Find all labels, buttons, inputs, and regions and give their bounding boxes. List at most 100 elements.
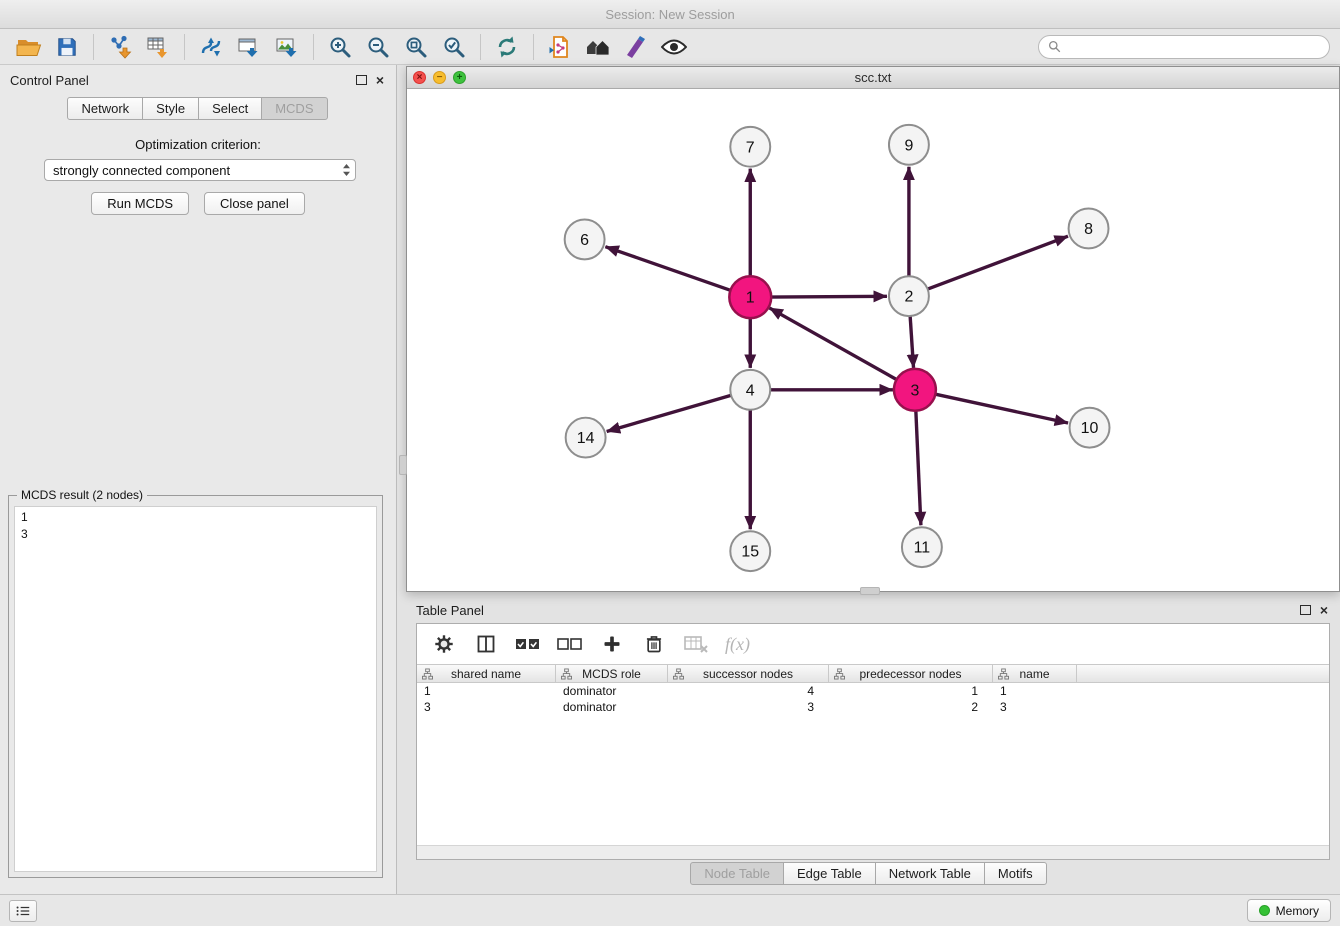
node-8[interactable]: 8 [1069,209,1109,249]
memory-button[interactable]: Memory [1247,899,1331,922]
column-label: name [1019,667,1049,681]
select-all-button[interactable] [515,631,541,657]
search-input[interactable] [1066,39,1320,55]
close-window-button[interactable]: × [413,71,426,84]
export-image-button[interactable] [268,32,306,62]
run-mcds-button[interactable]: Run MCDS [91,192,189,215]
tab-node-table[interactable]: Node Table [690,862,784,885]
unselect-all-button[interactable] [557,631,583,657]
import-table-button[interactable] [139,32,177,62]
criterion-dropdown[interactable]: strongly connected component [44,159,356,181]
document-network-button[interactable] [541,32,579,62]
node-14[interactable]: 14 [566,418,606,458]
node-7[interactable]: 7 [730,127,770,167]
column-header-successor-nodes[interactable]: successor nodes [668,665,829,682]
edge-3-11[interactable] [916,408,921,526]
zoom-fit-icon [404,35,428,59]
delete-column-button[interactable] [641,631,667,657]
search-box[interactable] [1038,35,1330,59]
tab-motifs[interactable]: Motifs [984,862,1047,885]
edge-2-8[interactable] [926,236,1068,290]
network-window-titlebar[interactable]: scc.txt × − + [407,67,1339,89]
node-2[interactable]: 2 [889,276,929,316]
export-network-button[interactable] [230,32,268,62]
table-row[interactable]: 3dominator323 [417,699,1329,715]
mcds-result-box: MCDS result (2 nodes) 13 [8,495,383,878]
tab-edge-table[interactable]: Edge Table [783,862,876,885]
application-window: Session: New Session [0,0,1340,926]
close-table-panel-icon[interactable]: × [1320,604,1328,616]
toolbar-separator [480,34,481,60]
delete-table-button[interactable] [683,631,709,657]
column-header-shared-name[interactable]: shared name [417,665,556,682]
node-10[interactable]: 10 [1070,408,1110,448]
close-panel-icon[interactable]: × [376,74,384,86]
attribute-icon [561,668,572,680]
float-panel-icon[interactable] [356,75,367,85]
panel-splitter-handle[interactable] [399,455,407,475]
table-splitter-handle[interactable] [860,587,880,595]
edge-3-1[interactable] [769,308,899,381]
unselect-all-icon [557,636,583,652]
network-analyzer-button[interactable] [579,32,617,62]
mcds-result-list[interactable]: 13 [14,506,377,872]
edge-4-14[interactable] [607,395,733,432]
node-3[interactable]: 3 [894,369,936,411]
tab-style[interactable]: Style [142,97,199,120]
network-tools-button[interactable] [192,32,230,62]
table-settings-button[interactable] [431,631,457,657]
maximize-window-button[interactable]: + [453,71,466,84]
zoom-out-button[interactable] [359,32,397,62]
table-row[interactable]: 1dominator411 [417,683,1329,699]
float-table-panel-icon[interactable] [1300,605,1311,615]
add-column-button[interactable] [599,631,625,657]
style-button[interactable] [617,32,655,62]
tab-network-table[interactable]: Network Table [875,862,985,885]
edge-1-2[interactable] [768,296,887,297]
delete-table-icon [683,634,709,654]
save-session-button[interactable] [48,32,86,62]
table-panel-title: Table Panel [416,603,484,618]
refresh-button[interactable] [488,32,526,62]
node-6[interactable]: 6 [565,219,605,259]
zoom-fit-button[interactable] [397,32,435,62]
edge-1-6[interactable] [605,247,733,292]
cell-name: 1 [993,683,1077,699]
mcds-result-title: MCDS result (2 nodes) [17,488,147,502]
eye-icon [661,38,687,56]
tab-network[interactable]: Network [67,97,143,120]
column-header-name[interactable]: name [993,665,1077,682]
node-1[interactable]: 1 [729,276,771,318]
result-line: 3 [21,526,370,543]
tab-mcds[interactable]: MCDS [261,97,327,120]
column-header-mcds-role[interactable]: MCDS role [556,665,668,682]
minimize-window-button[interactable]: − [433,71,446,84]
show-columns-button[interactable] [473,631,499,657]
edge-3-10[interactable] [932,394,1068,423]
show-hide-button[interactable] [655,32,693,62]
zoom-in-button[interactable] [321,32,359,62]
node-15[interactable]: 15 [730,531,770,571]
function-builder-label[interactable]: f(x) [725,634,750,655]
network-window-title: scc.txt [407,70,1339,85]
open-file-button[interactable] [10,32,48,62]
node-11[interactable]: 11 [902,527,942,567]
zoom-selected-button[interactable] [435,32,473,62]
cell-mcds-role: dominator [556,683,668,699]
network-graph: 7 9 6 8 1 2 4 3 14 10 15 11 [407,89,1339,591]
edge-2-3[interactable] [910,314,913,368]
cell-mcds-role: dominator [556,699,668,715]
task-history-button[interactable] [9,900,37,922]
node-4[interactable]: 4 [730,370,770,410]
toolbar-separator [93,34,94,60]
tab-select[interactable]: Select [198,97,262,120]
network-canvas[interactable]: 7 9 6 8 1 2 4 3 14 10 15 11 [407,89,1339,591]
close-panel-button[interactable]: Close panel [204,192,305,215]
table-horizontal-scrollbar[interactable] [417,845,1329,859]
node-9[interactable]: 9 [889,125,929,165]
control-panel-header: Control Panel × [10,70,384,90]
table-panel-tabs: Node TableEdge TableNetwork TableMotifs [398,862,1340,885]
column-header-predecessor-nodes[interactable]: predecessor nodes [829,665,993,682]
cell-shared-name: 1 [417,683,556,699]
import-network-button[interactable] [101,32,139,62]
